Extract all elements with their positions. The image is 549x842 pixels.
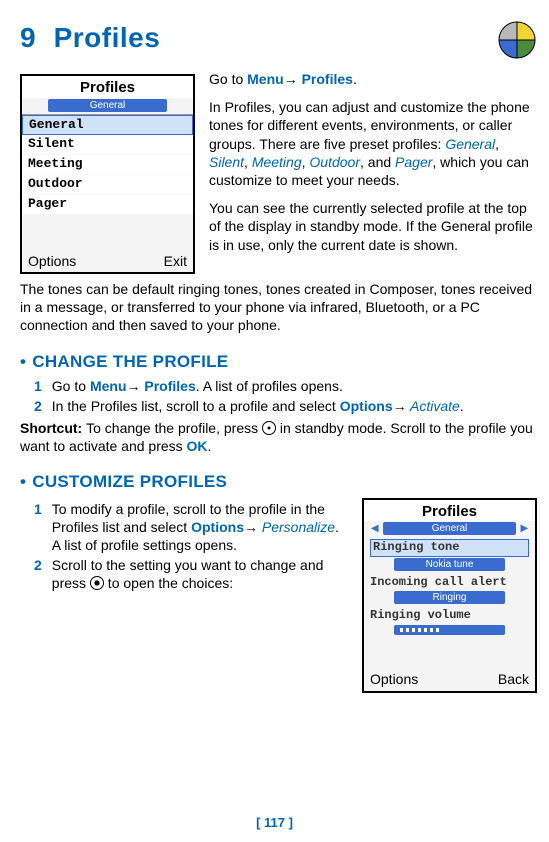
list-item: Silent	[22, 135, 193, 155]
joystick-icon	[90, 576, 104, 590]
setting-label: Incoming call alert	[370, 575, 529, 591]
power-button-icon	[262, 421, 276, 435]
volume-bar-icon	[394, 625, 505, 635]
section-customize-profiles: •CUSTOMIZE PROFILES	[20, 471, 537, 493]
step-number: 2	[34, 397, 42, 415]
list-item: Outdoor	[22, 175, 193, 195]
screen-subtitle: ◀ General ▶	[383, 522, 516, 535]
profile-settings-screen: Profiles ◀ General ▶ Ringing tone Nokia …	[362, 498, 537, 693]
softkey-left: Options	[370, 670, 418, 688]
screen-subtitle: General	[48, 99, 168, 112]
chapter-title: Profiles	[54, 20, 161, 56]
setting-label: Ringing tone	[370, 539, 529, 557]
list-item: Pager	[22, 195, 193, 215]
globe-quadrant-icon	[497, 20, 537, 60]
chapter-number: 9	[20, 20, 36, 56]
step-number: 1	[34, 500, 42, 555]
step-text: In the Profiles list, scroll to a profil…	[52, 397, 537, 415]
setting-value: Ringing	[394, 591, 505, 604]
shortcut-text: Shortcut: To change the profile, press i…	[20, 419, 537, 455]
page-number: [ 117 ]	[0, 815, 549, 832]
step-text: Scroll to the setting you want to change…	[52, 556, 348, 592]
list-item: General	[22, 115, 193, 136]
softkey-right: Exit	[164, 252, 187, 270]
right-arrow-icon: ▶	[520, 522, 528, 535]
list-item: Meeting	[22, 155, 193, 175]
section-change-profile: •CHANGE THE PROFILE	[20, 351, 537, 373]
profiles-screen: Profiles General General Silent Meeting …	[20, 74, 195, 274]
screen-title: Profiles	[364, 500, 535, 522]
intro-paragraph-3: The tones can be default ringing tones, …	[20, 280, 537, 335]
screen-title: Profiles	[22, 76, 193, 98]
step-text: To modify a profile, scroll to the profi…	[52, 500, 348, 555]
setting-label: Ringing volume	[370, 608, 529, 624]
left-arrow-icon: ◀	[371, 522, 379, 535]
softkey-right: Back	[498, 670, 529, 688]
setting-value: Nokia tune	[394, 558, 505, 571]
softkey-left: Options	[28, 252, 76, 270]
step-number: 2	[34, 556, 42, 592]
step-text: Go to Menu→ Profiles. A list of profiles…	[52, 377, 537, 395]
step-number: 1	[34, 377, 42, 395]
